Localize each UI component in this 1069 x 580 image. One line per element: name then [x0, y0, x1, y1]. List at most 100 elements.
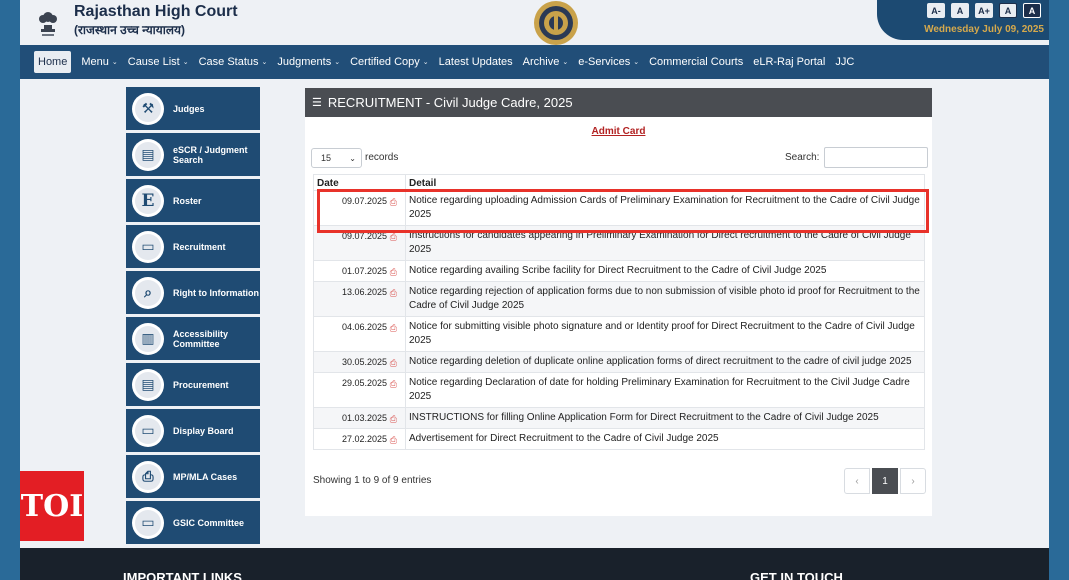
chevron-down-icon: ⌄: [182, 59, 189, 66]
row-detail-link[interactable]: Advertisement for Direct Recruitment to …: [405, 428, 925, 450]
nav-item-certified-copy[interactable]: Certified Copy ⌄: [350, 56, 429, 68]
search-input[interactable]: [824, 147, 928, 168]
nav-item-menu[interactable]: Menu ⌄: [81, 56, 117, 68]
row-date: 30.05.2025: [341, 357, 387, 367]
sidebar-item-procurement[interactable]: ▤ Procurement: [126, 363, 260, 406]
nav-item-label: Menu: [81, 56, 109, 68]
records-label: records: [365, 152, 399, 163]
footer: IMPORTANT LINKS GET IN TOUCH: [20, 548, 1049, 580]
pdf-icon[interactable]: ⎙: [390, 433, 397, 447]
list-icon: ☰: [312, 97, 322, 109]
pagination: ‹ 1 ›: [844, 468, 926, 494]
pdf-icon[interactable]: ⎙: [390, 321, 397, 335]
nav-item-jjc[interactable]: JJC: [835, 56, 854, 68]
contrast-dark-button[interactable]: A: [1023, 3, 1041, 18]
row-date-cell: 30.05.2025 ⎙: [313, 351, 406, 373]
book-icon: ▤: [132, 138, 164, 171]
id-card-icon: ▭: [132, 230, 164, 263]
column-detail[interactable]: Detail: [405, 174, 925, 191]
row-detail-link[interactable]: Notice regarding deletion of duplicate o…: [405, 351, 925, 373]
row-detail-link[interactable]: Notice regarding availing Scribe facilit…: [405, 260, 925, 282]
book-icon: ▤: [132, 368, 164, 401]
font-decrease-button[interactable]: A-: [927, 3, 945, 18]
contrast-dark-label: A: [1028, 5, 1036, 16]
nav-item-archive[interactable]: Archive ⌄: [523, 56, 569, 68]
row-detail-link[interactable]: Notice regarding Declaration of date for…: [405, 372, 925, 408]
sidebar-icon-glyph: ⎙: [135, 463, 161, 490]
row-detail-link[interactable]: INSTRUCTIONS for filling Online Applicat…: [405, 407, 925, 429]
pdf-icon[interactable]: ⎙: [390, 412, 397, 426]
row-date-cell: 09.07.2025 ⎙: [313, 190, 406, 226]
table-row: 09.07.2025 ⎙ Notice regarding uploading Ad…: [313, 190, 925, 226]
row-date: 01.07.2025: [341, 266, 387, 276]
row-detail-link[interactable]: Notice regarding rejection of applicatio…: [405, 281, 925, 317]
sidebar-item-label: Recruitment: [173, 241, 226, 252]
table-row: 27.02.2025 ⎙ Advertisement for Direct Recr…: [313, 428, 925, 450]
pdf-icon[interactable]: ⎙: [390, 377, 397, 391]
sidebar-item-label: eSCR / Judgment Search: [173, 144, 248, 165]
font-increase-button[interactable]: A+: [975, 3, 993, 18]
nav-item-label: Commercial Courts: [649, 56, 744, 68]
column-date[interactable]: Date: [313, 174, 406, 191]
sidebar-icon-glyph: ⌕: [135, 279, 161, 306]
nav-item-case-status[interactable]: Case Status ⌄: [199, 56, 268, 68]
panel-header: ☰ RECRUITMENT - Civil Judge Cadre, 2025: [305, 88, 932, 117]
row-detail-link[interactable]: Notice regarding uploading Admission Car…: [405, 190, 925, 226]
font-normal-button[interactable]: A: [951, 3, 969, 18]
important-links-heading: IMPORTANT LINKS: [123, 570, 242, 580]
pdf-icon[interactable]: ⎙: [390, 286, 397, 300]
nav-item-e-services[interactable]: e-Services ⌄: [578, 56, 639, 68]
nav-item-commercial-courts[interactable]: Commercial Courts: [649, 56, 743, 68]
prev-page-button[interactable]: ‹: [844, 468, 870, 494]
page-1-button[interactable]: 1: [872, 468, 898, 494]
nav-item-label: JJC: [835, 56, 855, 68]
sidebar-item-label: Roster: [173, 195, 202, 206]
row-detail-link[interactable]: Notice for submitting visible photo sign…: [405, 316, 925, 352]
pdf-icon[interactable]: ⎙: [390, 230, 397, 244]
nav-item-cause-list[interactable]: Cause List ⌄: [128, 56, 189, 68]
nav-item-elr-raj-portal[interactable]: eLR-Raj Portal: [753, 56, 825, 68]
contrast-light-button[interactable]: A: [999, 3, 1017, 18]
nav-item-judgments[interactable]: Judgments ⌄: [277, 56, 340, 68]
sidebar-item-label: Display Board: [173, 425, 234, 436]
sidebar-item-display-board[interactable]: ▭ Display Board: [126, 409, 260, 452]
chevron-down-icon: ⌄: [111, 59, 118, 66]
row-date: 27.02.2025: [341, 434, 387, 444]
row-date-cell: 27.02.2025 ⎙: [313, 428, 406, 450]
records-length-select[interactable]: 15 ⌄: [311, 148, 362, 168]
pdf-icon[interactable]: ⎙: [390, 356, 397, 370]
nav-item-label: Certified Copy: [350, 56, 420, 68]
sidebar-item-roster[interactable]: E Roster: [126, 179, 260, 222]
font-size-controls: A- A A+ A A: [927, 3, 1041, 18]
site-title[interactable]: Rajasthan High Court: [74, 3, 238, 21]
next-page-button[interactable]: ›: [900, 468, 926, 494]
sidebar-icon-glyph: ▤: [135, 371, 161, 398]
row-date-cell: 01.03.2025 ⎙: [313, 407, 406, 429]
nav-item-home[interactable]: Home: [34, 51, 72, 73]
row-date-cell: 01.07.2025 ⎙: [313, 260, 406, 282]
sidebar-icon-glyph: ⚒: [135, 95, 161, 122]
table-row: 09.07.2025 ⎙ Instructions for candidates a…: [313, 225, 925, 261]
sidebar-item-recruitment[interactable]: ▭ Recruitment: [126, 225, 260, 268]
row-detail-link[interactable]: Instructions for candidates appearing in…: [405, 225, 925, 261]
sidebar-item-label: Procurement: [173, 379, 229, 390]
sidebar-item-judges[interactable]: ⚒ Judges: [126, 87, 260, 130]
pdf-icon[interactable]: ⎙: [390, 265, 397, 279]
nav-item-label: Judgments: [277, 56, 332, 68]
court-seal-icon: [534, 1, 578, 45]
chevron-down-icon: ⌄: [349, 153, 356, 163]
sidebar-icon-glyph: ▥: [135, 325, 161, 352]
sidebar-item-right-to-information[interactable]: ⌕ Right to Information: [126, 271, 260, 314]
table-row: 13.06.2025 ⎙ Notice regarding rejection of…: [313, 281, 925, 317]
row-date-cell: 09.07.2025 ⎙: [313, 225, 406, 261]
table-header-row: Date Detail: [313, 174, 925, 191]
sidebar-item-label: MP/MLA Cases: [173, 471, 238, 482]
admit-card-link[interactable]: Admit Card: [305, 126, 932, 137]
pdf-icon[interactable]: ⎙: [390, 195, 397, 209]
sidebar-item-accessibility-committee[interactable]: ▥ Accessibility Committee: [126, 317, 260, 360]
table-row: 29.05.2025 ⎙ Notice regarding Declaration …: [313, 372, 925, 408]
sidebar-item-gsic-committee[interactable]: ▭ GSIC Committee: [126, 501, 260, 544]
nav-item-latest-updates[interactable]: Latest Updates: [439, 56, 513, 68]
sidebar-item-mp-mla-cases[interactable]: ⎙ MP/MLA Cases: [126, 455, 260, 498]
sidebar-item-escr-judgment-search[interactable]: ▤ eSCR / Judgment Search: [126, 133, 260, 176]
